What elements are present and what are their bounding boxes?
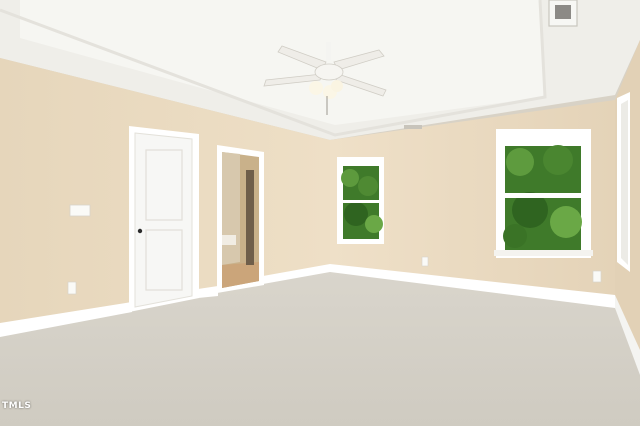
side-window-shade xyxy=(621,100,628,265)
large-window-sill xyxy=(494,250,593,256)
bathroom-wall xyxy=(222,152,240,265)
light-switch[interactable] xyxy=(69,204,91,217)
return-vent xyxy=(404,125,422,129)
outlet-left xyxy=(67,281,77,295)
ceiling-vent-grille xyxy=(555,5,571,19)
bathroom-door xyxy=(246,170,254,265)
bathroom-vanity xyxy=(222,235,236,245)
outlet-right xyxy=(592,270,602,283)
door-knob[interactable] xyxy=(137,228,143,234)
watermark-label: TMLS xyxy=(2,401,32,411)
large-window-rail xyxy=(505,193,581,198)
small-window-rail xyxy=(343,200,379,203)
empty-bedroom-photo: TMLS xyxy=(0,0,640,426)
room-illustration xyxy=(0,0,640,426)
outlet-back xyxy=(421,256,429,267)
